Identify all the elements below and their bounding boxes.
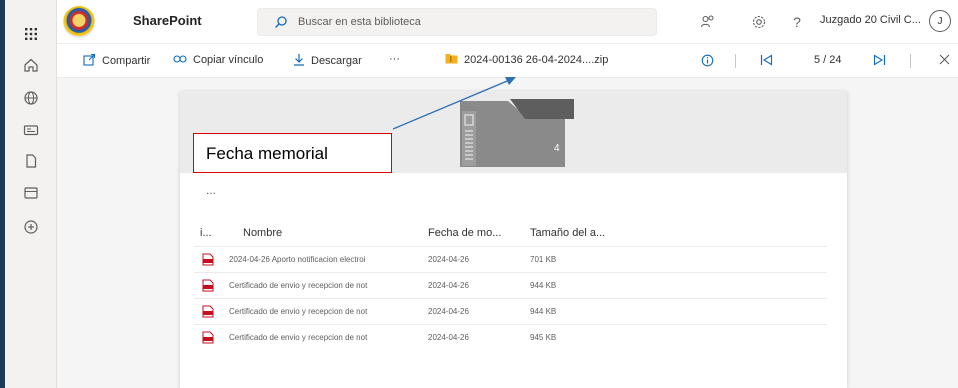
zip-folder-thumbnail-icon	[460, 99, 574, 167]
site-title[interactable]: SharePoint	[133, 13, 202, 28]
search-box[interactable]: Buscar en esta biblioteca	[257, 8, 657, 36]
pdf-file-icon	[202, 305, 214, 318]
pdf-file-icon	[202, 253, 214, 266]
modified-date-cell: 2024-04-26	[428, 281, 469, 290]
link-icon	[173, 53, 187, 67]
modified-date-cell: 2024-04-26	[428, 255, 469, 264]
share-icon	[83, 53, 96, 69]
file-size-cell: 701 KB	[530, 255, 557, 264]
app-rail	[5, 0, 57, 388]
site-logo[interactable]	[63, 6, 95, 38]
share-label: Compartir	[102, 55, 151, 67]
add-icon[interactable]	[22, 218, 40, 236]
help-icon[interactable]: ?	[787, 12, 807, 32]
news-icon[interactable]	[22, 121, 40, 139]
download-label: Descargar	[311, 55, 362, 67]
file-name-cell: 2024-04-26 Aporto notificacion electroi	[229, 255, 366, 264]
info-icon[interactable]	[701, 54, 714, 70]
column-header-size[interactable]: Tamaño del a...	[530, 227, 605, 239]
more-options-button[interactable]: ...	[206, 183, 216, 197]
account-name[interactable]: Juzgado 20 Civil C...	[820, 14, 921, 26]
column-header-date[interactable]: Fecha de mo...	[428, 227, 501, 239]
modified-date-cell: 2024-04-26	[428, 307, 469, 316]
close-icon[interactable]	[939, 54, 950, 68]
file-name-cell: Certificado de envio y recepcion de not	[229, 307, 368, 316]
globe-icon[interactable]	[22, 89, 40, 107]
app-window: SharePoint Buscar en esta biblioteca ? J…	[0, 0, 958, 388]
file-size-cell: 944 KB	[530, 281, 557, 290]
annotation-callout: Fecha memorial	[193, 133, 392, 173]
command-bar: Compartir Copiar vínculo Descargar ··· 2…	[57, 44, 958, 78]
home-icon[interactable]	[22, 56, 40, 74]
download-icon	[293, 53, 305, 69]
search-icon	[274, 15, 288, 34]
search-placeholder[interactable]: Buscar en esta biblioteca	[298, 16, 421, 28]
column-header-name[interactable]: Nombre	[243, 227, 282, 239]
table-row[interactable]: Certificado de envio y recepcion de not …	[194, 324, 827, 350]
list-icon[interactable]	[22, 184, 40, 202]
share-button[interactable]: Compartir	[83, 53, 150, 69]
file-name: 2024-00136 26-04-2024....zip	[445, 53, 608, 67]
file-size-cell: 944 KB	[530, 307, 557, 316]
table-row[interactable]: Certificado de envio y recepcion de not …	[194, 298, 827, 324]
pdf-file-icon	[202, 331, 214, 344]
last-file-icon[interactable]	[873, 54, 886, 69]
document-icon[interactable]	[22, 152, 40, 170]
file-name-cell: Certificado de envio y recepcion de not	[229, 281, 368, 290]
folder-item-count: 4	[554, 143, 560, 154]
zip-folder-icon	[445, 53, 458, 67]
pdf-file-icon	[202, 279, 214, 292]
file-size-cell: 945 KB	[530, 333, 557, 342]
toolbar-divider	[735, 54, 736, 68]
copy-link-button[interactable]: Copiar vínculo	[173, 53, 263, 67]
column-header-type[interactable]: i...	[200, 227, 212, 239]
pager-count: 5 / 24	[814, 54, 842, 66]
table-row[interactable]: 2024-04-26 Aporto notificacion electroi …	[194, 246, 827, 272]
avatar[interactable]: J	[929, 10, 951, 32]
more-commands-button[interactable]: ···	[389, 53, 400, 65]
first-file-icon[interactable]	[760, 54, 773, 69]
file-name-text: 2024-00136 26-04-2024....zip	[464, 54, 609, 66]
modified-date-cell: 2024-04-26	[428, 333, 469, 342]
table-row[interactable]: Certificado de envio y recepcion de not …	[194, 272, 827, 298]
settings-icon[interactable]	[749, 12, 769, 32]
app-launcher-icon[interactable]	[22, 25, 40, 43]
file-name-cell: Certificado de envio y recepcion de not	[229, 333, 368, 342]
annotation-label: Fecha memorial	[206, 144, 328, 163]
toolbar-divider	[910, 54, 911, 68]
copy-link-label: Copiar vínculo	[193, 54, 264, 66]
download-button[interactable]: Descargar	[293, 53, 362, 69]
suite-header: SharePoint Buscar en esta biblioteca ? J…	[57, 0, 958, 44]
share-people-icon[interactable]	[698, 12, 718, 32]
